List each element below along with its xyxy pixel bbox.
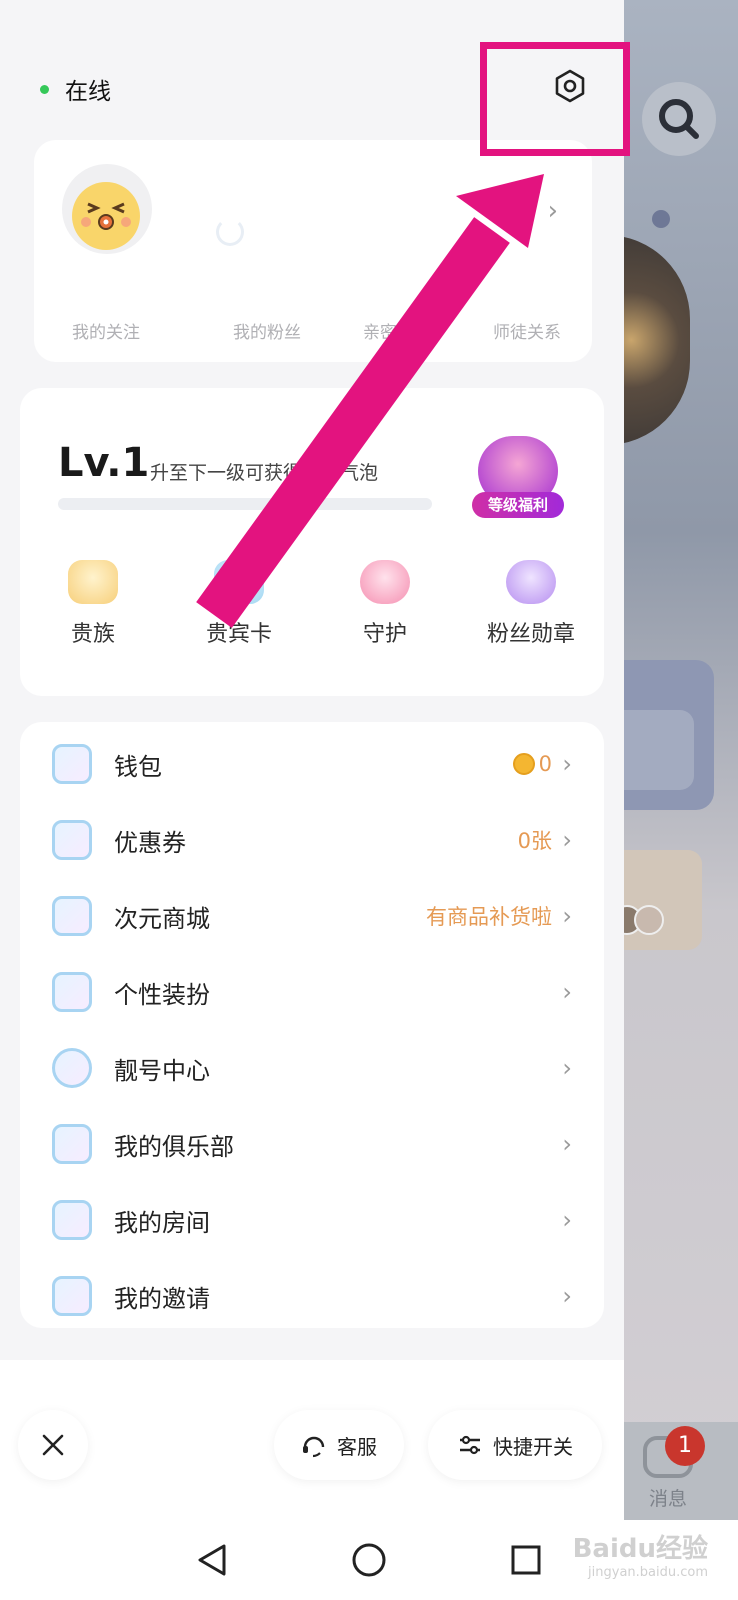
chevron-right-icon: › (562, 750, 572, 778)
coin-icon (512, 753, 535, 775)
level-benefits-label: 等级福利 (472, 492, 564, 518)
club-icon (52, 1124, 92, 1164)
menu-value: 有商品补货啦 (426, 905, 552, 929)
perk-noble[interactable]: 贵族 (20, 560, 166, 648)
menu-label: 靓号中心 (114, 1056, 210, 1085)
guard-icon (360, 560, 410, 604)
chevron-right-icon: › (562, 1130, 572, 1158)
profile-card[interactable]: › 我的关注 我的粉丝 亲密关系 师徒关系 (34, 140, 592, 362)
menu-label: 优惠券 (114, 828, 186, 857)
menu-list: 钱包 0 › 优惠券 0张 › 次元商城 有商品补货啦 › 个性装扮 › 靓号中… (20, 722, 604, 1328)
watermark: Baidu经验 jingyan.baidu.com (572, 1534, 708, 1580)
close-icon (42, 1434, 64, 1456)
menu-value: 0张 (517, 829, 552, 853)
loading-spinner (216, 218, 244, 246)
stat-intimacy[interactable]: 亲密关系 (332, 318, 462, 343)
back-icon[interactable] (192, 1540, 232, 1580)
menu-label: 次元商城 (114, 904, 210, 933)
vip-card-icon (214, 560, 264, 604)
stat-fans[interactable]: 我的粉丝 (202, 318, 332, 343)
menu-item-room[interactable]: 我的房间 › (20, 1182, 604, 1258)
sliders-icon (460, 1435, 480, 1455)
online-status-label: 在线 (65, 79, 111, 105)
store-icon (52, 896, 92, 936)
profile-stats: 我的关注 我的粉丝 亲密关系 师徒关系 (34, 318, 592, 343)
stat-mentorship[interactable]: 师徒关系 (462, 318, 592, 343)
chevron-right-icon: › (547, 196, 558, 226)
menu-item-wallet[interactable]: 钱包 0 › (20, 726, 604, 802)
chevron-right-icon: › (562, 978, 572, 1006)
level-card: Lv.1 升至下一级可获得专属气泡 等级福利 贵族 贵宾卡 守护 粉丝勋章 (20, 388, 604, 696)
wallet-icon (52, 744, 92, 784)
emoji-avatar-icon (72, 182, 140, 250)
menu-item-coupon[interactable]: 优惠券 0张 › (20, 802, 604, 878)
headset-icon (303, 1436, 325, 1458)
level-benefits-button[interactable]: 等级福利 (472, 426, 564, 522)
chevron-right-icon: › (562, 902, 572, 930)
quick-switch-button[interactable]: 快捷开关 (428, 1410, 602, 1480)
chevron-right-icon: › (562, 1206, 572, 1234)
avatar[interactable] (62, 164, 152, 254)
background-decoration (652, 210, 670, 228)
menu-item-outfit[interactable]: 个性装扮 › (20, 954, 604, 1030)
chevron-right-icon: › (562, 826, 572, 854)
online-dot-icon (40, 84, 49, 94)
menu-label: 我的房间 (114, 1208, 210, 1237)
level-progress-bar (58, 498, 432, 510)
menu-item-club[interactable]: 我的俱乐部 › (20, 1106, 604, 1182)
fan-medal-icon (506, 560, 556, 604)
home-icon (52, 1200, 92, 1240)
message-badge: 1 (665, 1426, 705, 1466)
perk-noble-label: 贵族 (70, 622, 115, 647)
chevron-right-icon: › (562, 1282, 572, 1310)
menu-item-pretty-number[interactable]: 靓号中心 › (20, 1030, 604, 1106)
chevron-right-icon: › (562, 1054, 572, 1082)
menu-value: 0 (512, 752, 552, 776)
pretty-number-icon (52, 1048, 92, 1088)
side-drawer: 在线 › 我的关注 我的粉丝 亲密关系 师徒关系 Lv.1 升至下一级可获得专属… (0, 0, 624, 1520)
recents-icon[interactable] (506, 1540, 546, 1580)
perk-vip-card-label: 贵宾卡 (205, 622, 272, 647)
customer-service-button[interactable]: 客服 (274, 1410, 404, 1480)
quick-switch-label: 快捷开关 (493, 1434, 573, 1459)
perk-fan-medal[interactable]: 粉丝勋章 (458, 560, 604, 648)
perk-guard-label: 守护 (362, 622, 407, 647)
coupon-icon (52, 820, 92, 860)
perk-guard[interactable]: 守护 (312, 560, 458, 648)
menu-label: 个性装扮 (114, 980, 210, 1009)
noble-icon (68, 560, 118, 604)
drawer-bottom-bar: 客服 快捷开关 (0, 1360, 624, 1520)
background-search-button[interactable] (642, 82, 716, 156)
menu-label: 钱包 (114, 752, 162, 781)
home-nav-icon[interactable] (349, 1540, 389, 1580)
stat-following[interactable]: 我的关注 (34, 318, 202, 343)
online-status: 在线 (40, 72, 111, 106)
level-badge: Lv.1 (58, 440, 150, 486)
menu-label: 我的俱乐部 (114, 1132, 234, 1161)
menu-label: 我的邀请 (114, 1284, 210, 1313)
invite-icon (52, 1276, 92, 1316)
menu-item-store[interactable]: 次元商城 有商品补货啦 › (20, 878, 604, 954)
tshirt-icon (52, 972, 92, 1012)
level-description: 升至下一级可获得专属气泡 (150, 462, 379, 484)
perk-fan-medal-label: 粉丝勋章 (486, 622, 575, 647)
close-button[interactable] (18, 1410, 88, 1480)
menu-item-invite[interactable]: 我的邀请 › (20, 1258, 604, 1334)
highlight-box (480, 42, 630, 156)
perks-row: 贵族 贵宾卡 守护 粉丝勋章 (20, 560, 604, 648)
search-icon (659, 99, 699, 139)
perk-vip-card[interactable]: 贵宾卡 (166, 560, 312, 648)
customer-service-label: 客服 (337, 1434, 377, 1459)
tab-messages-label: 消息 (648, 1488, 687, 1510)
background-card (610, 660, 714, 810)
